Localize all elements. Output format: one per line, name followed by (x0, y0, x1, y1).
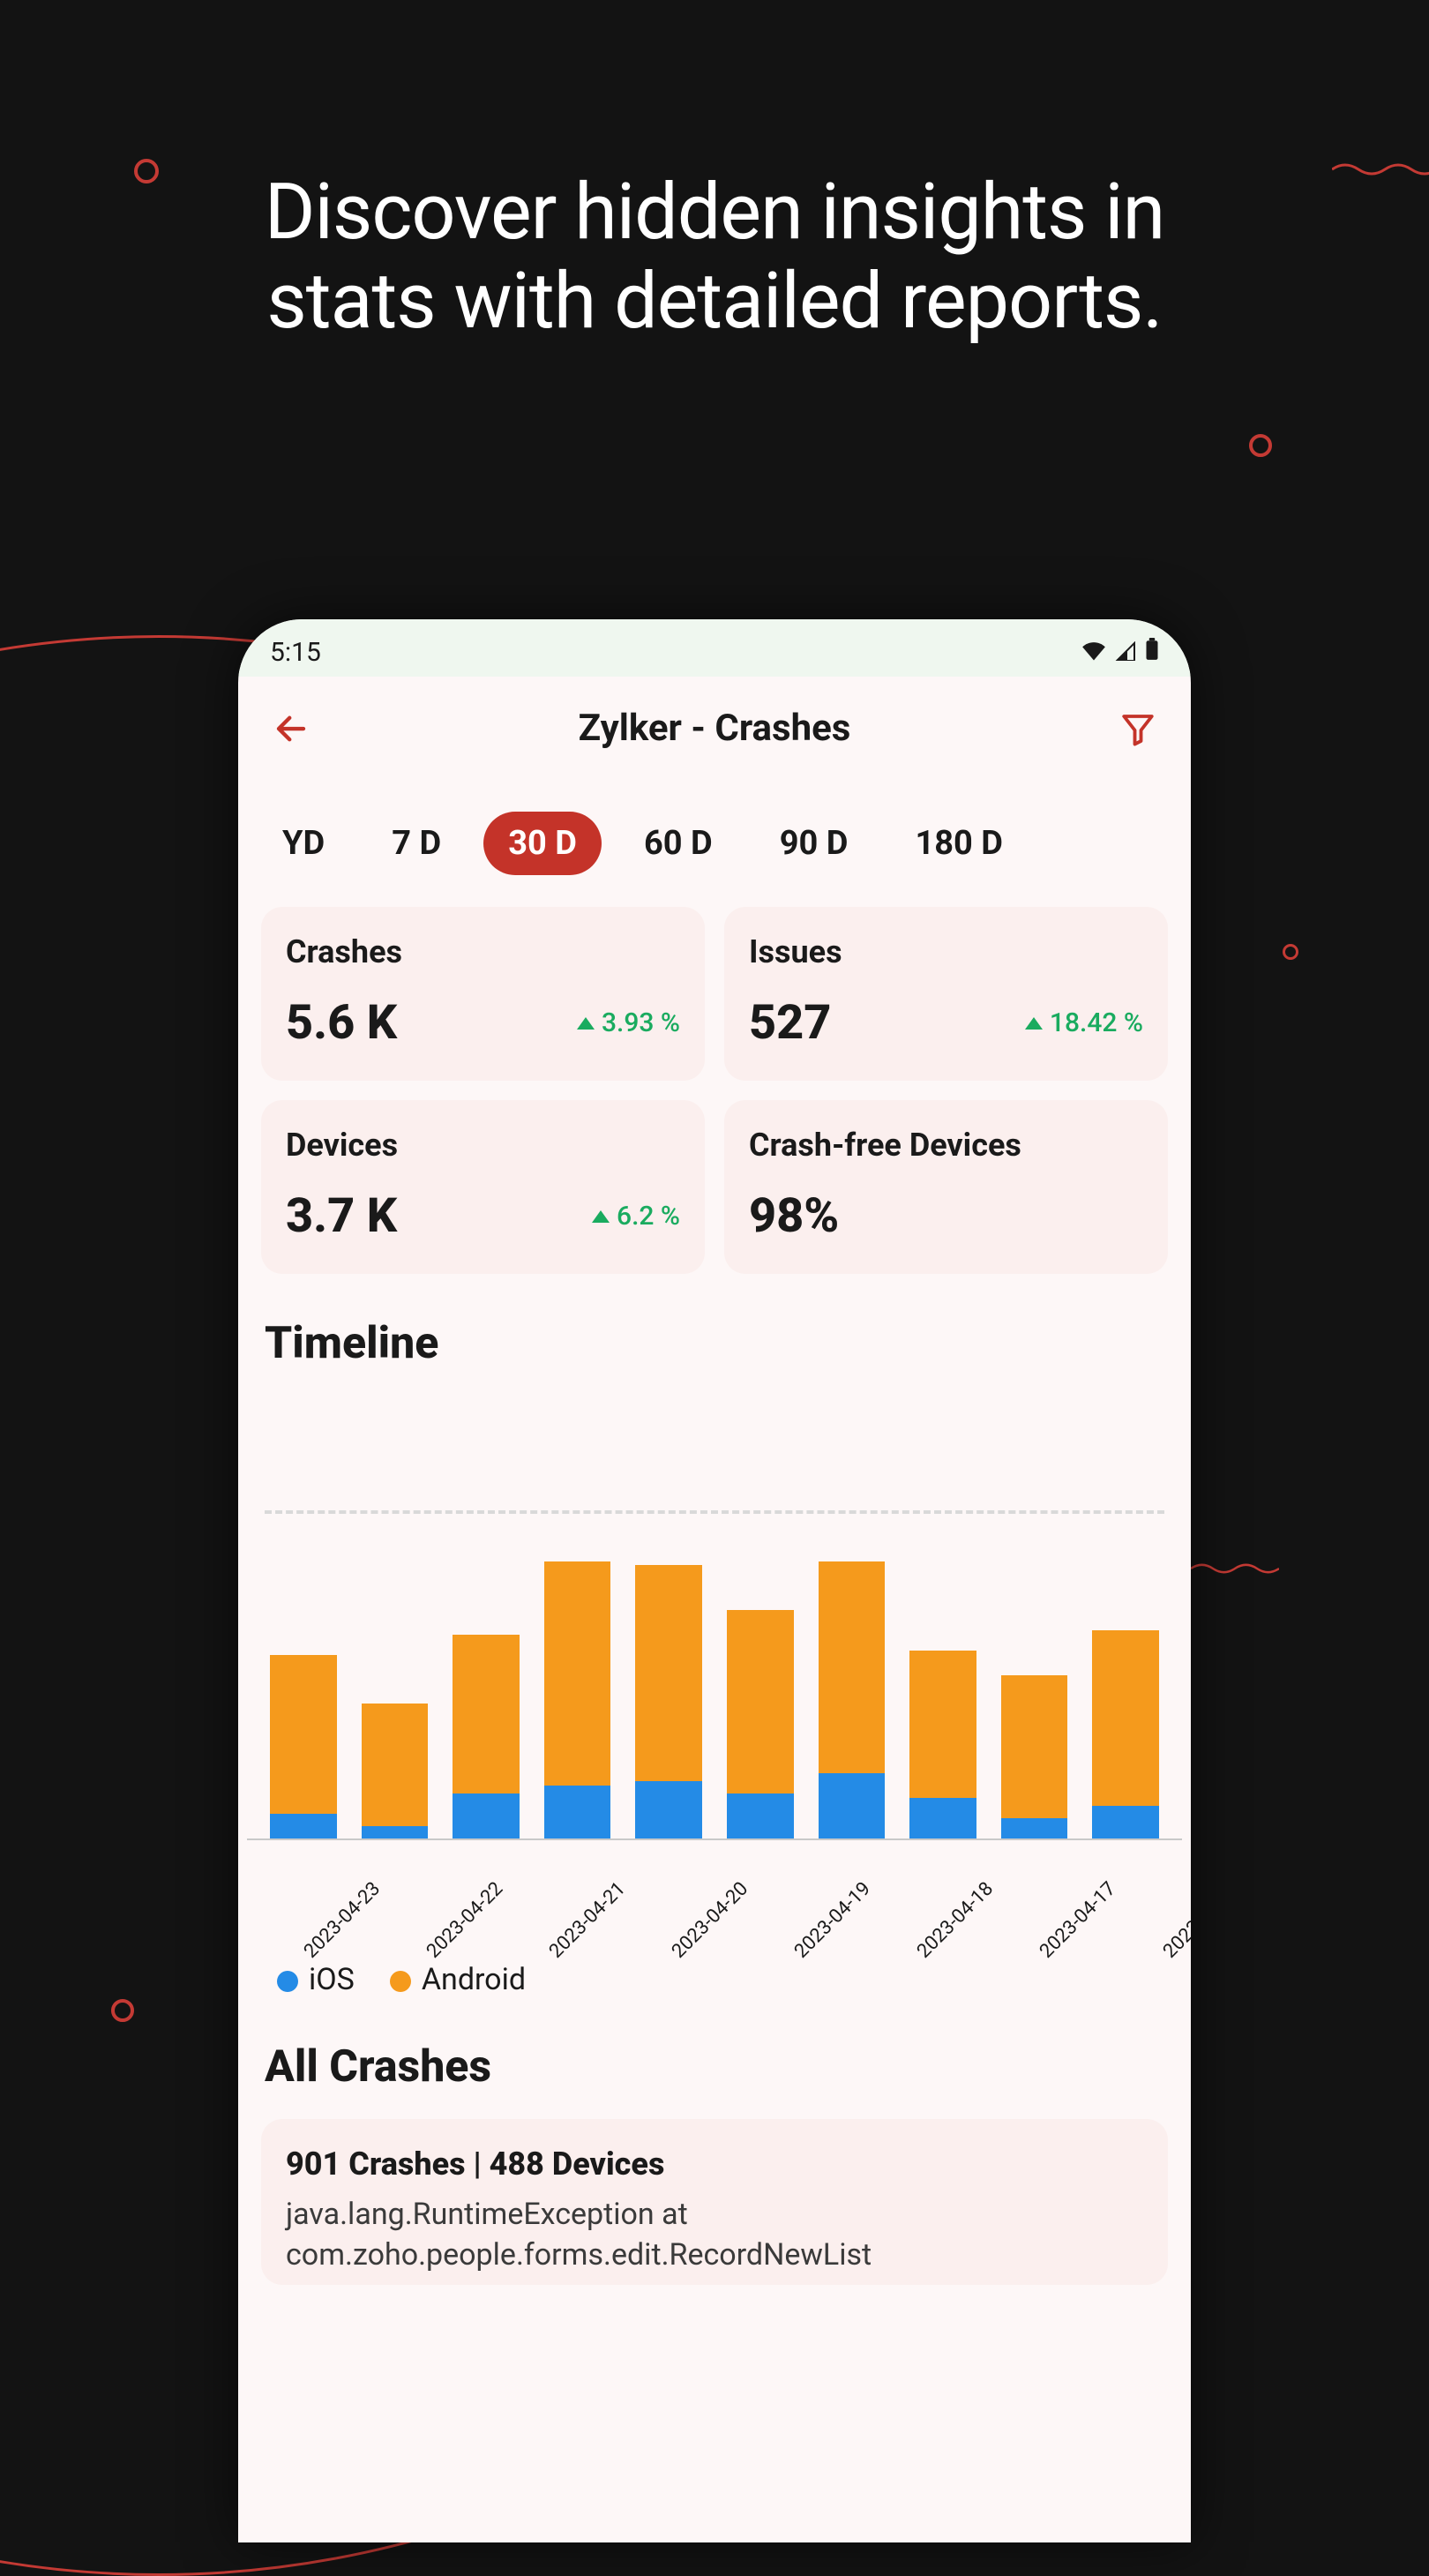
bar-column[interactable] (362, 1514, 429, 1838)
stat-label: Crashes (286, 933, 680, 970)
bar-column[interactable] (270, 1514, 337, 1838)
stat-cards-grid: Crashes 5.6 K 3.93 % Issues 527 18.42 % … (238, 907, 1191, 1274)
decor-ring (111, 1999, 134, 2022)
stat-value: 5.6 K (286, 995, 397, 1051)
bar-segment-ios (1092, 1806, 1159, 1838)
bar-segment-ios (819, 1773, 886, 1838)
chart-x-labels: 2023-04-232023-04-222023-04-212023-04-20… (247, 1840, 1182, 1946)
stat-card-devices[interactable]: Devices 3.7 K 6.2 % (261, 1100, 705, 1274)
crash-item-detail: java.lang.RuntimeException at com.zoho.p… (286, 2195, 1143, 2276)
timeline-heading: Timeline (238, 1274, 1191, 1396)
date-range-selector: YD 7 D 30 D 60 D 90 D 180 D (238, 776, 1191, 907)
stat-delta: 18.42 % (1025, 1007, 1143, 1038)
bar-column[interactable] (1092, 1514, 1159, 1838)
range-chip-180d[interactable]: 180 D (890, 812, 1028, 875)
bar-segment-android (362, 1704, 429, 1826)
bar-segment-ios (544, 1786, 611, 1838)
stat-delta: 3.93 % (577, 1007, 680, 1038)
bar-column[interactable] (819, 1514, 886, 1838)
filter-button[interactable] (1117, 708, 1159, 750)
stat-label: Crash-free Devices (749, 1127, 1143, 1164)
bar-segment-android (1092, 1630, 1159, 1806)
legend-dot-ios-icon (277, 1971, 298, 1992)
bar-segment-android (270, 1655, 337, 1814)
chart-bars (247, 1514, 1182, 1840)
stat-card-issues[interactable]: Issues 527 18.42 % (724, 907, 1168, 1081)
wifi-icon (1081, 637, 1106, 668)
signal-icon (1115, 637, 1136, 668)
crash-item-headline: 901 Crashes | 488 Devices (286, 2145, 1143, 2183)
stat-card-crashes[interactable]: Crashes 5.6 K 3.93 % (261, 907, 705, 1081)
phone-frame: 5:15 Zylker - Crashes YD 7 D 30 D 60 D 90 D 1… (238, 619, 1191, 2542)
bar-segment-android (727, 1610, 794, 1793)
stat-card-crash-free[interactable]: Crash-free Devices 98% (724, 1100, 1168, 1274)
page-title: Zylker - Crashes (579, 707, 851, 750)
bar-column[interactable] (909, 1514, 976, 1838)
bar-segment-ios (270, 1814, 337, 1838)
bar-segment-android (635, 1565, 702, 1781)
stat-delta: 6.2 % (592, 1201, 680, 1232)
range-chip-30d[interactable]: 30 D (483, 812, 602, 875)
bar-segment-android (819, 1561, 886, 1774)
range-chip-60d[interactable]: 60 D (619, 812, 737, 875)
decor-ring (1283, 944, 1298, 960)
range-chip-7d[interactable]: 7 D (367, 812, 466, 875)
trend-up-icon (577, 1017, 595, 1030)
bar-column[interactable] (727, 1514, 794, 1838)
status-icons (1081, 637, 1159, 668)
timeline-chart[interactable]: 2023-04-232023-04-222023-04-212023-04-20… (238, 1510, 1191, 1997)
battery-icon (1145, 637, 1159, 668)
bar-segment-android (453, 1635, 520, 1793)
trend-up-icon (592, 1210, 610, 1223)
stat-label: Devices (286, 1127, 680, 1164)
range-chip-90d[interactable]: 90 D (755, 812, 873, 875)
stat-label: Issues (749, 933, 1143, 970)
decor-ring (1249, 434, 1272, 457)
range-chip-yd[interactable]: YD (258, 812, 349, 875)
stat-value: 3.7 K (286, 1188, 397, 1244)
app-bar: Zylker - Crashes (238, 677, 1191, 776)
bar-segment-ios (453, 1793, 520, 1838)
all-crashes-heading: All Crashes (238, 1997, 1191, 2119)
bar-segment-android (909, 1651, 976, 1798)
stat-value: 98% (749, 1188, 839, 1244)
bar-column[interactable] (544, 1514, 611, 1838)
bar-column[interactable] (1001, 1514, 1068, 1838)
promo-headline-line1: Discover hidden insights in (0, 168, 1429, 257)
stat-value: 527 (749, 995, 831, 1051)
bar-column[interactable] (453, 1514, 520, 1838)
bar-segment-ios (1001, 1818, 1068, 1838)
crash-list-item[interactable]: 901 Crashes | 488 Devices java.lang.Runt… (261, 2119, 1168, 2285)
decor-squiggle (1191, 1560, 1279, 1577)
bar-segment-ios (362, 1826, 429, 1838)
status-time: 5:15 (270, 637, 321, 668)
bar-segment-ios (635, 1781, 702, 1838)
bar-segment-ios (909, 1798, 976, 1838)
bar-segment-ios (727, 1793, 794, 1838)
promo-headline: Discover hidden insights in stats with d… (0, 168, 1429, 346)
back-button[interactable] (270, 708, 312, 750)
status-bar: 5:15 (238, 619, 1191, 677)
bar-column[interactable] (635, 1514, 702, 1838)
promo-headline-line2: stats with detailed reports. (0, 257, 1429, 346)
trend-up-icon (1025, 1017, 1043, 1030)
bar-segment-android (544, 1561, 611, 1786)
bar-segment-android (1001, 1675, 1068, 1818)
